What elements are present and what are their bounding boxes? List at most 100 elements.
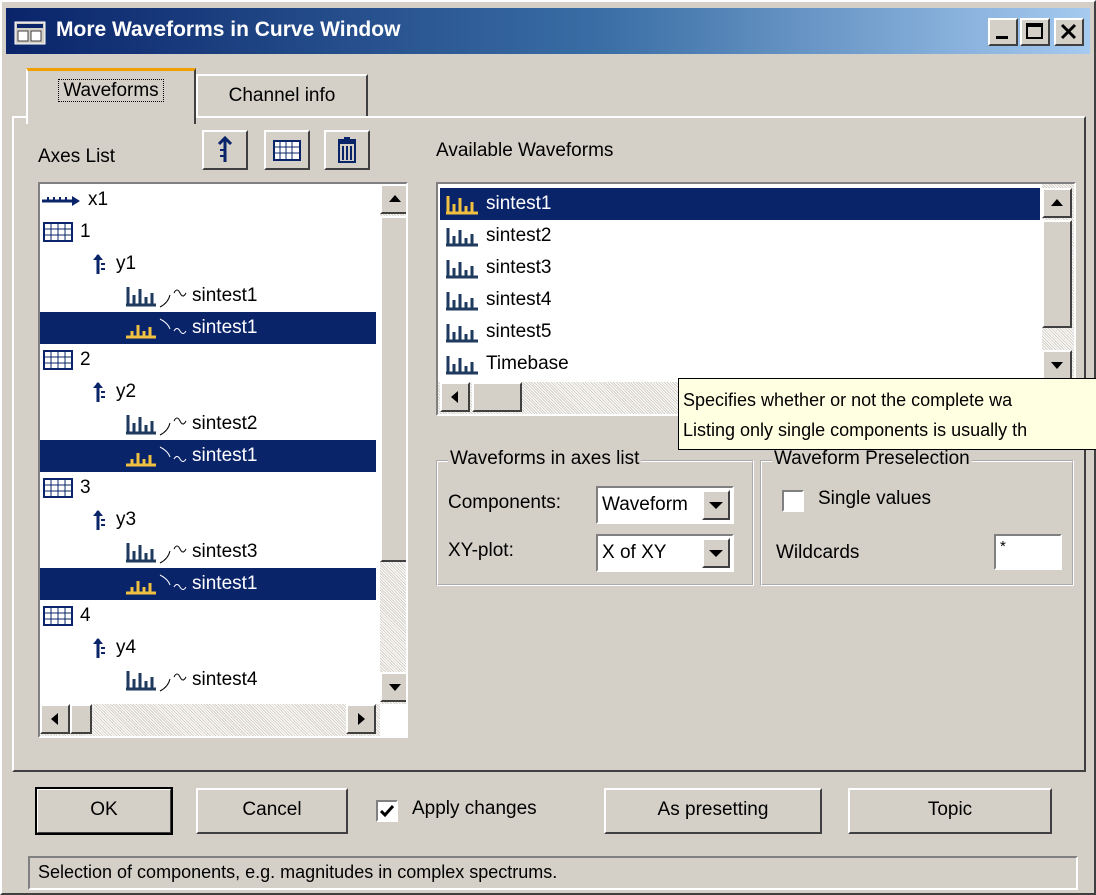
waveform-icon	[124, 669, 188, 692]
tree-item-label: 3	[80, 477, 91, 498]
components-select[interactable]: Waveform	[596, 486, 734, 524]
components-value: Waveform	[602, 494, 688, 515]
cancel-button[interactable]: Cancel	[196, 788, 348, 834]
close-button[interactable]	[1054, 18, 1084, 46]
y-axis-icon	[88, 253, 112, 274]
axes-tree[interactable]: x1 1 y1 sintest1 sintest1 2 y2 sintest2 sintest1…	[38, 182, 408, 738]
scroll-thumb[interactable]	[380, 216, 406, 562]
components-dropdown-button[interactable]	[702, 490, 730, 520]
tree-item[interactable]: sintest4	[40, 664, 257, 696]
waveforms-vscroll[interactable]	[1042, 184, 1074, 382]
xy-plot-dropdown-button[interactable]	[702, 538, 730, 568]
tree-item-label: 4	[80, 605, 91, 626]
tree-item[interactable]: y1	[40, 248, 136, 280]
wildcards-label: Wildcards	[776, 542, 860, 563]
waveform-icon	[444, 289, 482, 311]
add-y-axis-icon	[217, 136, 233, 162]
hscroll-thumb[interactable]	[70, 704, 92, 734]
wildcards-input[interactable]: *	[994, 534, 1062, 570]
waveforms-scroll-down-button[interactable]	[1042, 350, 1072, 380]
waveform-list-item-label: sintest1	[486, 193, 552, 214]
axes-tree-hscroll[interactable]	[40, 704, 380, 736]
add-y-axis-button[interactable]	[202, 130, 248, 170]
arrow-right-icon	[358, 713, 365, 725]
tree-item-label: 2	[80, 349, 91, 370]
ok-button[interactable]: OK	[35, 787, 173, 835]
apply-changes-label: Apply changes	[412, 798, 537, 819]
status-bar: Selection of components, e.g. magnitudes…	[28, 856, 1078, 890]
tree-item[interactable]: sintest2	[40, 408, 257, 440]
single-values-checkbox[interactable]	[782, 490, 804, 512]
minimize-button[interactable]	[988, 18, 1018, 46]
tree-item[interactable]: 1	[40, 216, 91, 248]
waveforms-scroll-left-button[interactable]	[440, 382, 470, 412]
tree-item[interactable]: x1	[40, 184, 108, 216]
scroll-left-button[interactable]	[40, 704, 70, 734]
topic-button[interactable]: Topic	[848, 788, 1052, 834]
waveform-icon	[444, 193, 482, 215]
scroll-right-button[interactable]	[346, 704, 376, 734]
y-axis-icon	[88, 637, 112, 658]
waveform-list-item[interactable]: sintest1	[440, 188, 1040, 220]
waveform-list-item[interactable]: Timebase	[440, 348, 1040, 380]
xy-plot-select[interactable]: X of XY	[596, 534, 734, 572]
tree-item[interactable]: sintest1	[40, 280, 257, 312]
tree-item[interactable]: sintest3	[40, 536, 257, 568]
waveform-list-item[interactable]: sintest4	[440, 284, 1040, 316]
waveform-list-item[interactable]: sintest5	[440, 316, 1040, 348]
scroll-up-button[interactable]	[380, 184, 406, 214]
arrow-up-icon	[389, 195, 401, 202]
waveform-preselection-title: Waveform Preselection	[772, 448, 972, 470]
maximize-button[interactable]	[1020, 18, 1050, 46]
axes-tree-vscroll[interactable]	[380, 184, 406, 704]
waveform-list-item[interactable]: sintest3	[440, 252, 1040, 284]
xy-plot-label: XY-plot:	[448, 540, 514, 561]
tree-item[interactable]: y4	[40, 632, 136, 664]
waveforms-hscroll-thumb[interactable]	[472, 382, 522, 412]
waveform-icon	[444, 321, 482, 343]
waveform-icon	[444, 225, 482, 247]
tree-item[interactable]: y2	[40, 376, 136, 408]
waveform-list-item[interactable]: sintest2	[440, 220, 1040, 252]
waveform-icon	[124, 445, 188, 467]
axes-list-label: Axes List	[38, 146, 116, 167]
apply-changes-checkbox[interactable]	[376, 800, 398, 822]
tree-item[interactable]: sintest1	[40, 568, 376, 600]
tree-item-label: sintest1	[192, 573, 258, 594]
tree-item-label: sintest1	[192, 317, 258, 338]
tree-item[interactable]: 3	[40, 472, 91, 504]
tree-item[interactable]: sintest1	[40, 312, 376, 344]
minimize-icon	[996, 36, 1008, 39]
waveforms-scroll-thumb[interactable]	[1042, 220, 1072, 328]
tree-item[interactable]: 4	[40, 600, 91, 632]
tab-channel-info[interactable]: Channel info	[196, 74, 368, 118]
tree-item-label: 1	[80, 221, 91, 242]
waveform-icon	[124, 317, 188, 339]
chevron-down-icon	[709, 550, 723, 557]
tree-item-label: x1	[88, 189, 109, 210]
tab-waveforms[interactable]: Waveforms	[26, 68, 196, 124]
waveform-icon	[124, 285, 188, 308]
add-axes-system-button[interactable]	[264, 130, 310, 170]
tree-item[interactable]: y3	[40, 504, 136, 536]
tree-item[interactable]: 2	[40, 344, 91, 376]
chevron-down-icon	[709, 502, 723, 509]
axes-system-icon	[40, 477, 76, 498]
scroll-down-button[interactable]	[380, 672, 406, 702]
waveforms-in-axes-list-group: Waveforms in axes list Components: Wavef…	[436, 448, 754, 586]
window-title: More Waveforms in Curve Window	[56, 18, 401, 41]
tree-item[interactable]: sintest1	[40, 440, 376, 472]
waveform-icon	[444, 353, 482, 375]
tree-item-label: y1	[116, 253, 137, 274]
as-presetting-button[interactable]: As presetting	[604, 788, 822, 834]
waveforms-scroll-up-button[interactable]	[1042, 188, 1072, 218]
waveform-icon	[124, 413, 188, 436]
arrow-down-icon	[389, 684, 401, 691]
waveform-list-item-label: sintest2	[486, 225, 552, 246]
waveforms-hscroll[interactable]	[438, 382, 678, 414]
available-waveforms-label: Available Waveforms	[436, 140, 614, 161]
tree-item-label: y2	[116, 381, 137, 402]
checkmark-icon	[379, 805, 395, 818]
delete-button[interactable]	[324, 130, 370, 170]
title-bar[interactable]: More Waveforms in Curve Window	[6, 8, 1090, 54]
